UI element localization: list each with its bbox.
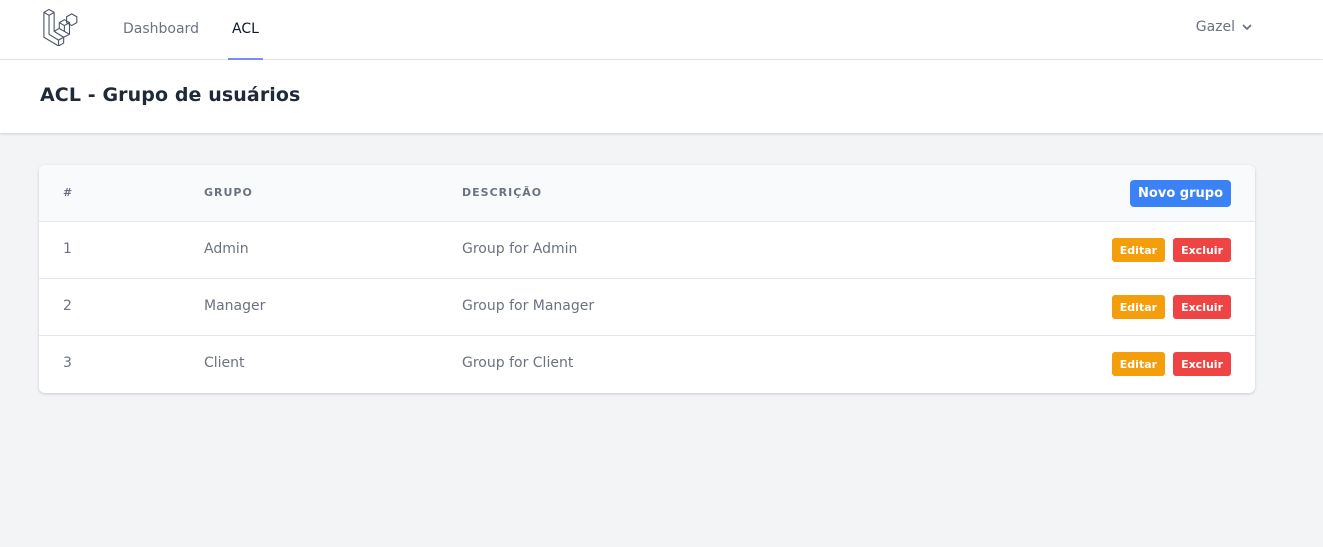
edit-button[interactable]: Editar (1111, 352, 1166, 376)
cell-description: Group for Admin (462, 241, 578, 257)
page-header: ACL - Grupo de usuários (0, 60, 1323, 133)
cell-description: Group for Client (462, 355, 574, 371)
table-row: 1 Admin Group for Admin Editar Excluir (39, 222, 1255, 279)
user-name: Gazel (1195, 19, 1235, 35)
groups-table-card: # Grupo Descrição Novo grupo 1 Admin Gro… (39, 165, 1255, 393)
cell-description: Group for Manager (462, 298, 595, 314)
cell-id: 3 (63, 355, 72, 371)
cell-group: Manager (204, 298, 266, 314)
user-dropdown[interactable]: Gazel (1196, 0, 1253, 54)
table-row: 2 Manager Group for Manager Editar Exclu… (39, 279, 1255, 336)
laravel-logo-icon[interactable] (40, 8, 80, 46)
row-actions: Editar Excluir (1111, 295, 1231, 319)
column-header-description: Descrição (462, 186, 543, 199)
edit-button[interactable]: Editar (1111, 238, 1166, 262)
cell-id: 1 (63, 241, 72, 257)
delete-button[interactable]: Excluir (1173, 238, 1231, 262)
row-actions: Editar Excluir (1111, 352, 1231, 376)
table-row: 3 Client Group for Client Editar Excluir (39, 336, 1255, 393)
table-header: # Grupo Descrição Novo grupo (39, 165, 1255, 222)
delete-button[interactable]: Excluir (1173, 295, 1231, 319)
nav-link-acl[interactable]: ACL (228, 0, 263, 60)
cell-id: 2 (63, 298, 72, 314)
nav-link-dashboard[interactable]: Dashboard (123, 0, 199, 60)
edit-button[interactable]: Editar (1111, 295, 1166, 319)
row-actions: Editar Excluir (1111, 238, 1231, 262)
cell-group: Client (204, 355, 245, 371)
chevron-down-icon (1242, 24, 1252, 30)
new-group-button[interactable]: Novo grupo (1130, 180, 1231, 207)
column-header-group: Grupo (204, 186, 253, 199)
top-navigation: Dashboard ACL Gazel (0, 0, 1323, 60)
cell-group: Admin (204, 241, 249, 257)
column-header-id: # (63, 186, 74, 199)
page-title: ACL - Grupo de usuários (40, 84, 301, 106)
delete-button[interactable]: Excluir (1173, 352, 1231, 376)
